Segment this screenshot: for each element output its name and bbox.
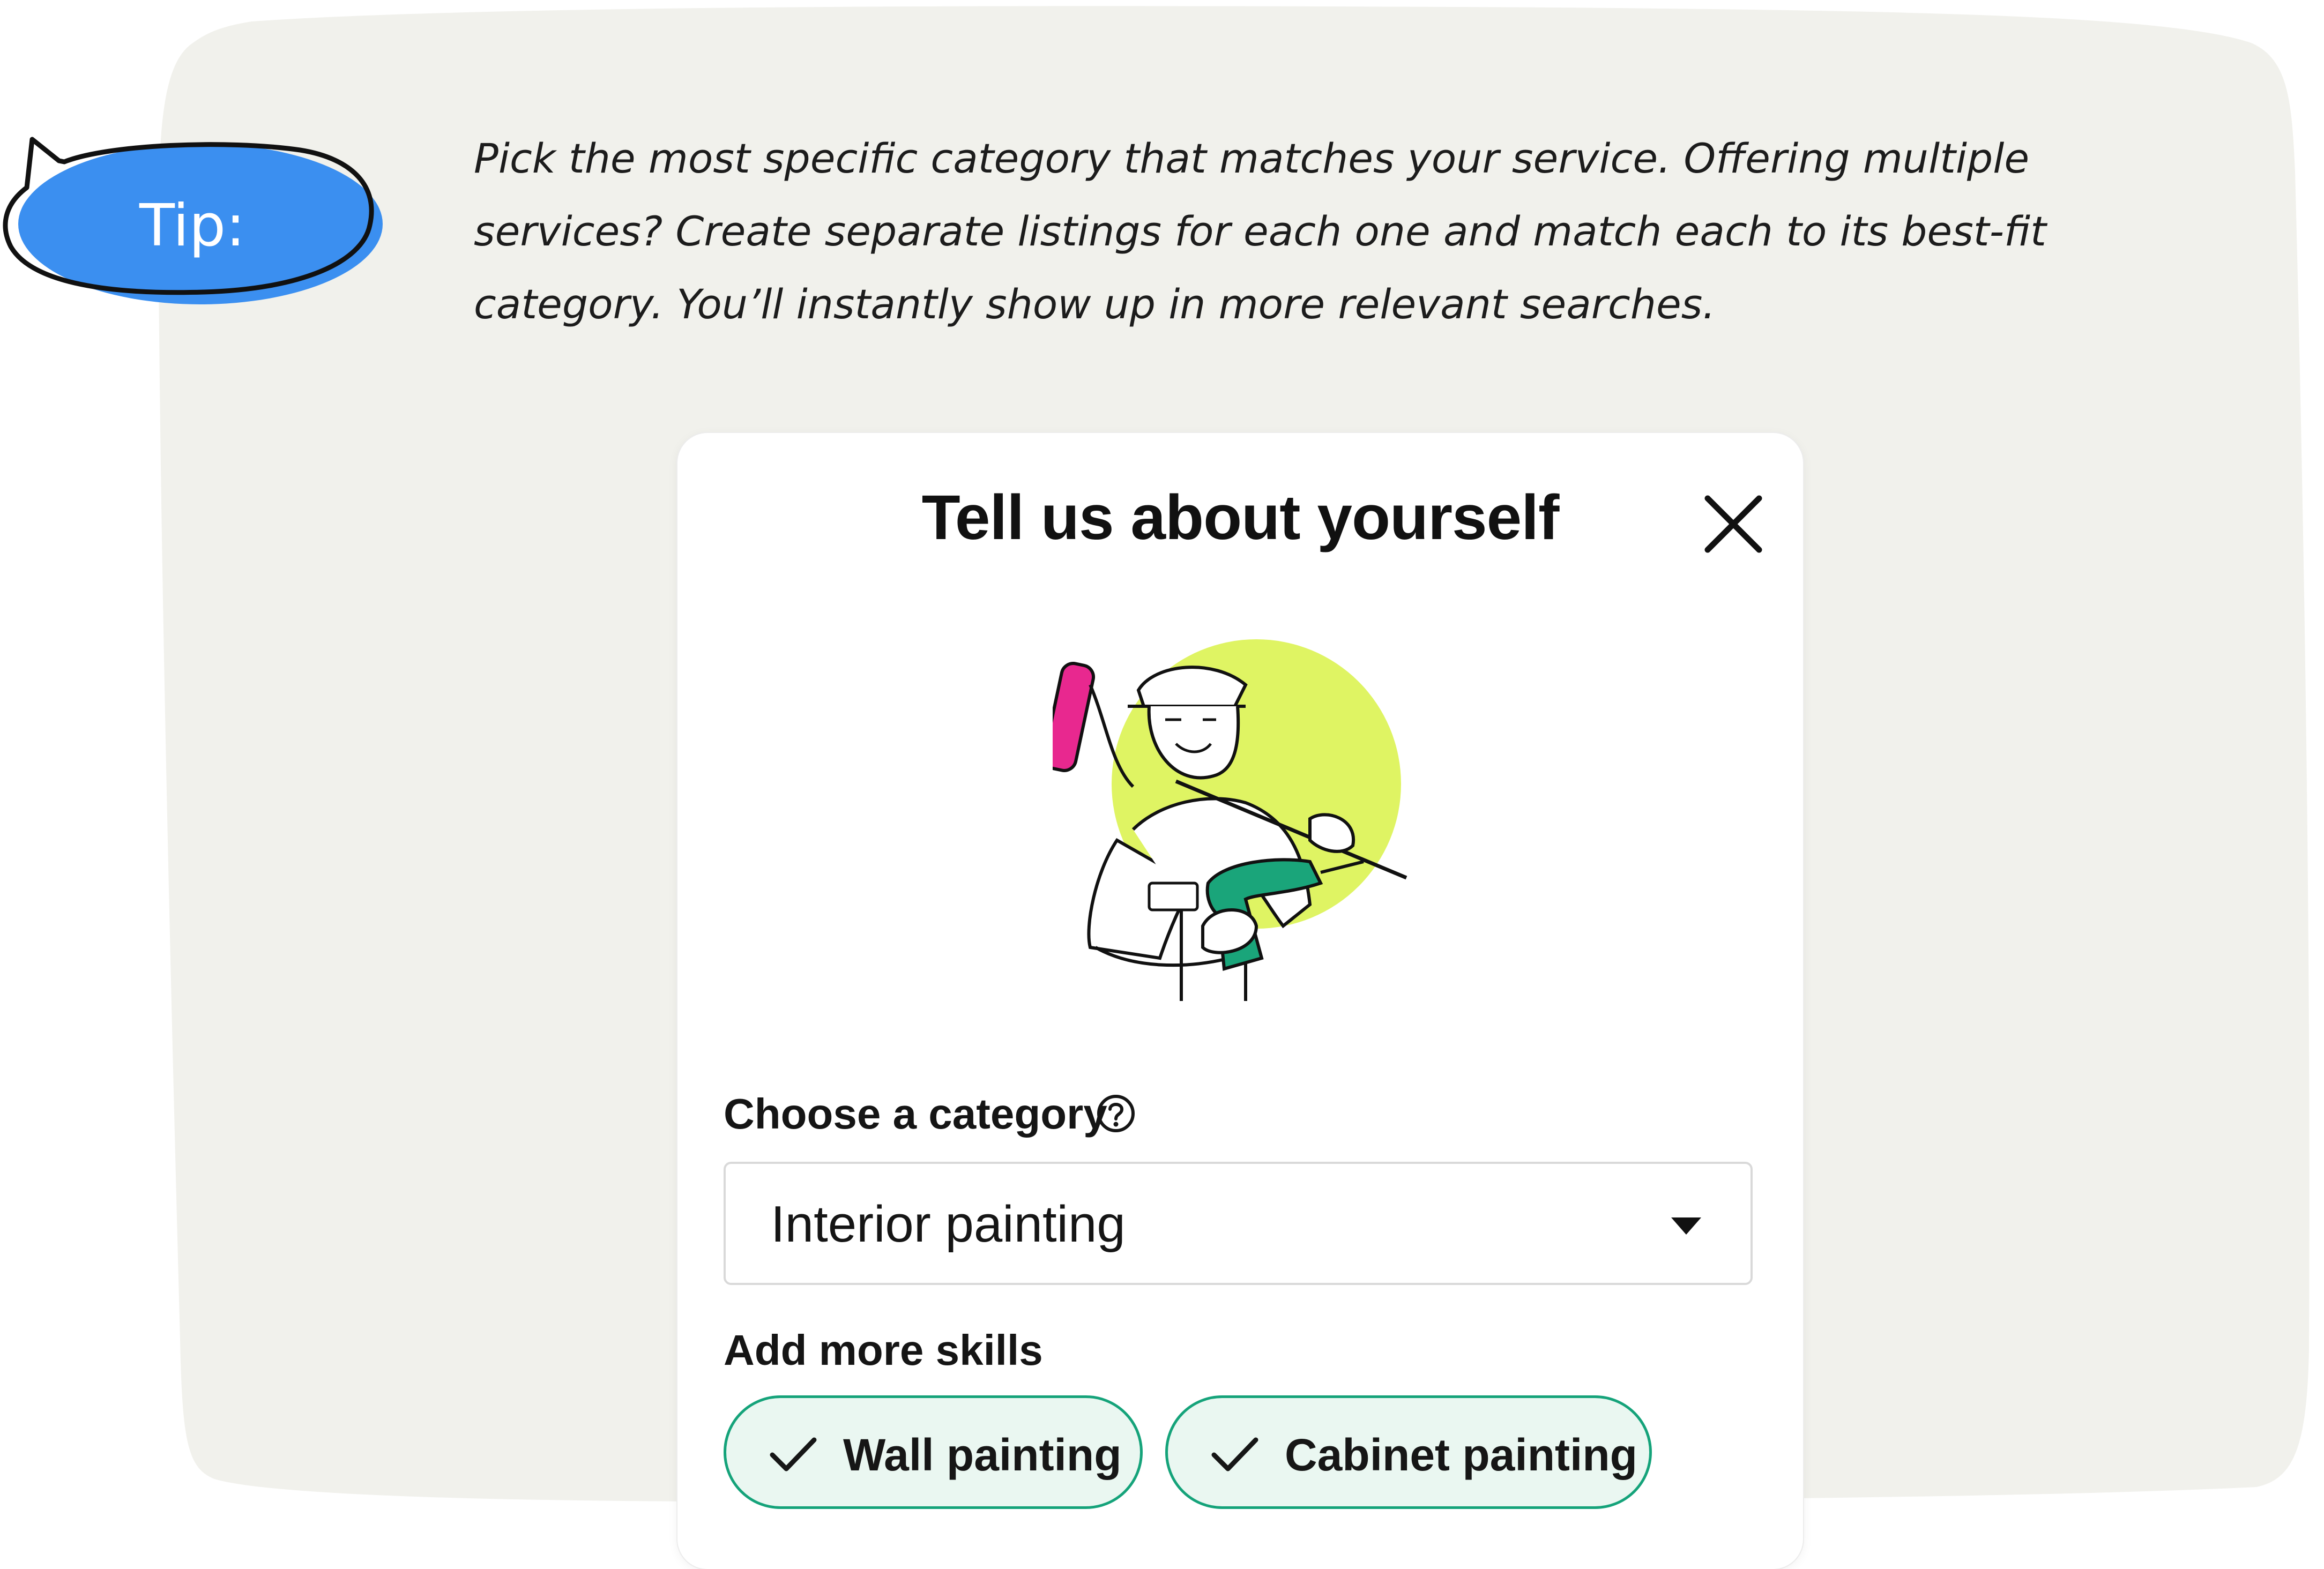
question-circle-icon[interactable] [1096, 1093, 1136, 1134]
skill-chip-wall-painting[interactable]: Wall painting [724, 1395, 1143, 1509]
add-skills-label: Add more skills [724, 1326, 1043, 1374]
skill-chip-label: Cabinet painting [1285, 1430, 1637, 1480]
check-icon [770, 1437, 817, 1471]
dialog-title: Tell us about yourself [921, 482, 1560, 553]
about-yourself-dialog: Tell us about yourself Choose a category [677, 433, 1803, 1569]
category-label: Choose a category [724, 1090, 1107, 1138]
category-select-value: Interior painting [771, 1196, 1126, 1253]
painter-illustration [1053, 639, 1407, 1001]
tip-badge: Tip: [3, 137, 383, 304]
close-icon[interactable] [1701, 492, 1766, 556]
skill-chip-cabinet-painting[interactable]: Cabinet painting [1165, 1395, 1652, 1509]
skill-chip-label: Wall painting [843, 1430, 1122, 1480]
tip-text: Pick the most specific category that mat… [474, 135, 2046, 328]
category-select[interactable]: Interior painting [724, 1162, 1753, 1285]
tip-badge-label: Tip: [139, 192, 245, 259]
check-icon [1211, 1437, 1258, 1471]
caret-down-icon [1671, 1217, 1701, 1235]
